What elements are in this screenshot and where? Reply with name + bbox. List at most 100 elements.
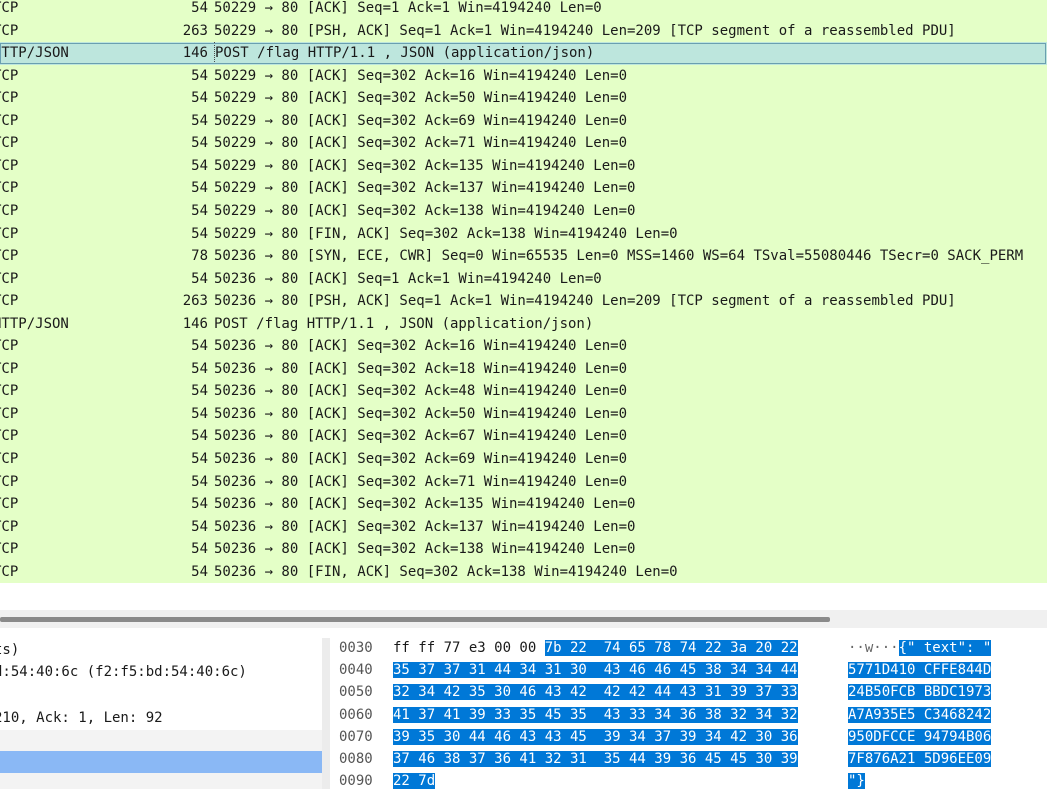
packet-row[interactable]: TCP 263 50229 → 80 [PSH, ACK] Seq=1 Ack=1 … (0, 19, 1047, 43)
packet-row[interactable]: TCP 78 50236 → 80 [SYN, ECE, CWR] Seq=0 Wi… (0, 245, 1047, 268)
packet-row[interactable]: TCP 54 50236 → 80 [ACK] Seq=302 Ack=50 Win… (0, 402, 1047, 426)
hex-row[interactable]: 0080 37 46 38 37 36 41 32 31 35 44 39 36 … (330, 750, 1047, 768)
ascii-highlighted: 7F876A21 5D96EE09 (848, 751, 992, 767)
packet-row[interactable]: TCP 54 50236 → 80 [FIN, ACK] Seq=302 Ack=1… (0, 560, 1047, 583)
packet-row[interactable]: TCP 54 50229 → 80 [ACK] Seq=302 Ack=135 Wi… (0, 154, 1047, 178)
packet-info: 50236 → 80 [PSH, ACK] Seq=1 Ack=1 Win=41… (214, 293, 956, 310)
hex-row[interactable]: 0030 ff ff 77 e3 00 00 7b 22 74 65 78 74 … (330, 639, 1047, 657)
packet-protocol: TCP (0, 293, 19, 310)
packet-row[interactable]: TCP 54 50236 → 80 [ACK] Seq=302 Ack=71 Win… (0, 470, 1047, 494)
packet-protocol: TCP (0, 135, 19, 152)
ascii-dump: 5771D410 CFFE844D (848, 661, 992, 679)
detail-line-ethernet[interactable]: d:54:40:6c (f2:f5:bd:54:40:6c) (0, 661, 247, 683)
packet-details-pane[interactable]: ts) d:54:40:6c (f2:f5:bd:54:40:6c) 210, … (0, 638, 322, 789)
packet-protocol: TCP (0, 90, 19, 107)
detail-selected-row[interactable] (0, 751, 322, 773)
packet-protocol: TCP (0, 360, 19, 377)
packet-row[interactable]: TCP 54 50236 → 80 [ACK] Seq=302 Ack=138 Wi… (0, 538, 1047, 561)
packet-row[interactable]: HTTP/JSON 146 POST /flag HTTP/1.1 , JSON (… (0, 42, 1047, 65)
packet-row[interactable]: TCP 54 50229 → 80 [ACK] Seq=302 Ack=50 Win… (0, 87, 1047, 110)
packet-info: 50229 → 80 [PSH, ACK] Seq=1 Ack=1 Win=41… (214, 22, 956, 39)
packet-info: 50236 → 80 [ACK] Seq=302 Ack=137 Win=419… (214, 518, 636, 535)
pane-splitter[interactable] (322, 638, 330, 789)
hex-row[interactable]: 0090 22 7d "} (330, 772, 1047, 789)
packet-info: 50236 → 80 [ACK] Seq=302 Ack=135 Win=419… (214, 496, 636, 513)
hex-bytes-highlighted: 41 37 41 39 33 35 45 35 43 33 34 36 38 3… (393, 706, 798, 723)
horizontal-scrollbar-thumb[interactable] (0, 617, 830, 622)
hex-row[interactable]: 0060 41 37 41 39 33 35 45 35 43 33 34 36 … (330, 706, 1047, 724)
packet-row[interactable]: TCP 54 50229 → 80 [ACK] Seq=1 Ack=1 Win=41… (0, 0, 1047, 20)
packet-row[interactable]: TCP 54 50236 → 80 [ACK] Seq=302 Ack=67 Win… (0, 425, 1047, 448)
packet-info: 50229 → 80 [ACK] Seq=302 Ack=138 Win=419… (214, 202, 636, 219)
hex-bytes-plain: ff ff 77 e3 00 00 (393, 640, 545, 656)
packet-length: 263 (182, 22, 208, 39)
packet-length: 54 (191, 428, 208, 445)
packet-row[interactable]: HTTP/JSON 146 POST /flag HTTP/1.1 , JSON (… (0, 312, 1047, 336)
hex-offset: 0080 (339, 751, 373, 767)
ascii-highlighted: {" text": " (898, 640, 992, 656)
hex-row[interactable]: 0070 39 35 30 44 46 43 43 45 39 34 37 39 … (330, 728, 1047, 746)
detail-line-frame[interactable]: ts) (0, 639, 19, 661)
packet-row[interactable]: TCP 54 50229 → 80 [ACK] Seq=302 Ack=69 Win… (0, 109, 1047, 133)
hex-offset: 0040 (339, 662, 373, 679)
packet-row[interactable]: TCP 54 50236 → 80 [ACK] Seq=302 Ack=69 Win… (0, 448, 1047, 471)
ascii-dump: 24B50FCB BBDC1973 (848, 683, 992, 701)
detail-tree-row (0, 730, 322, 751)
pane-divider[interactable] (0, 628, 1047, 638)
hex-bytes: 41 37 41 39 33 35 45 35 43 33 34 36 38 3… (393, 706, 798, 724)
ascii-highlighted: 5771D410 CFFE844D (848, 662, 992, 679)
packet-length: 54 (191, 563, 208, 580)
packet-info: POST /flag HTTP/1.1 , JSON (application/… (214, 42, 594, 65)
hex-row[interactable]: 0040 35 37 37 31 44 34 31 30 43 46 46 45 … (330, 661, 1047, 679)
packet-length: 54 (191, 360, 208, 377)
hex-bytes-highlighted: 37 46 38 37 36 41 32 31 35 44 39 36 45 4… (393, 751, 798, 767)
packet-length: 146 (182, 315, 208, 332)
packet-row[interactable]: TCP 54 50229 → 80 [ACK] Seq=302 Ack=137 Wi… (0, 177, 1047, 200)
hex-offset: 0030 (339, 640, 373, 656)
packet-row[interactable]: TCP 54 50236 → 80 [ACK] Seq=302 Ack=135 Wi… (0, 493, 1047, 516)
packet-protocol: TCP (0, 451, 19, 467)
packet-info: 50229 → 80 [ACK] Seq=302 Ack=135 Win=419… (214, 157, 636, 174)
packet-list[interactable]: TCP 54 50229 → 80 [ACK] Seq=1 Ack=1 Win=41… (0, 0, 1047, 583)
hex-offset: 0050 (339, 684, 373, 701)
packet-protocol: TCP (0, 157, 19, 174)
packet-length: 54 (191, 405, 208, 422)
packet-row[interactable]: TCP 54 50236 → 80 [ACK] Seq=302 Ack=48 Win… (0, 380, 1047, 403)
packet-length: 54 (191, 180, 208, 197)
packet-length: 146 (182, 45, 208, 62)
hex-bytes-highlighted: 7b 22 74 65 78 74 22 3a 20 22 (544, 640, 798, 656)
packet-protocol: TCP (0, 563, 19, 580)
hex-bytes-highlighted: 39 35 30 44 46 43 43 45 39 34 37 39 34 4… (393, 728, 798, 745)
packet-length: 54 (191, 338, 208, 355)
packet-row[interactable]: TCP 54 50236 → 80 [ACK] Seq=302 Ack=137 Wi… (0, 515, 1047, 539)
packet-length: 54 (191, 202, 208, 219)
packet-info: POST /flag HTTP/1.1 , JSON (application/… (214, 315, 594, 332)
ascii-dump: 7F876A21 5D96EE09 (848, 750, 992, 768)
packet-info: 50236 → 80 [ACK] Seq=302 Ack=48 Win=4194… (214, 383, 628, 400)
packet-row[interactable]: TCP 54 50236 → 80 [ACK] Seq=302 Ack=16 Win… (0, 335, 1047, 358)
packet-info: 50229 → 80 [ACK] Seq=302 Ack=50 Win=4194… (214, 90, 628, 107)
packet-length: 263 (182, 293, 208, 310)
packet-info: 50236 → 80 [ACK] Seq=1 Ack=1 Win=4194240… (214, 270, 602, 287)
packet-row[interactable]: TCP 54 50229 → 80 [ACK] Seq=302 Ack=16 Win… (0, 64, 1047, 88)
packet-protocol: TCP (0, 405, 19, 422)
packet-protocol: TCP (0, 518, 19, 535)
packet-row[interactable]: TCP 54 50236 → 80 [ACK] Seq=302 Ack=18 Win… (0, 357, 1047, 381)
packet-length: 54 (191, 90, 208, 107)
packet-protocol: TCP (0, 541, 19, 558)
packet-info: 50236 → 80 [ACK] Seq=302 Ack=16 Win=4194… (214, 338, 628, 355)
packet-row[interactable]: TCP 54 50229 → 80 [ACK] Seq=302 Ack=71 Win… (0, 132, 1047, 155)
packet-info: 50236 → 80 [ACK] Seq=302 Ack=67 Win=4194… (214, 428, 628, 445)
packet-info: 50236 → 80 [ACK] Seq=302 Ack=69 Win=4194… (214, 451, 628, 467)
detail-line-tcp[interactable]: 210, Ack: 1, Len: 92 (0, 707, 163, 729)
packet-bytes-pane[interactable]: 0030 ff ff 77 e3 00 00 7b 22 74 65 78 74 … (330, 638, 1047, 789)
packet-row[interactable]: TCP 54 50229 → 80 [FIN, ACK] Seq=302 Ack=1… (0, 222, 1047, 245)
packet-protocol: TCP (0, 112, 19, 129)
packet-row[interactable]: TCP 54 50229 → 80 [ACK] Seq=302 Ack=138 Wi… (0, 199, 1047, 223)
ascii-highlighted: 24B50FCB BBDC1973 (848, 684, 992, 701)
packet-row[interactable]: TCP 263 50236 → 80 [PSH, ACK] Seq=1 Ack=1 … (0, 290, 1047, 313)
hex-row[interactable]: 0050 32 34 42 35 30 46 43 42 42 42 44 43 … (330, 683, 1047, 701)
detail-tree-row (0, 773, 322, 789)
packet-row[interactable]: TCP 54 50236 → 80 [ACK] Seq=1 Ack=1 Win=41… (0, 267, 1047, 291)
packet-length: 54 (191, 451, 208, 467)
